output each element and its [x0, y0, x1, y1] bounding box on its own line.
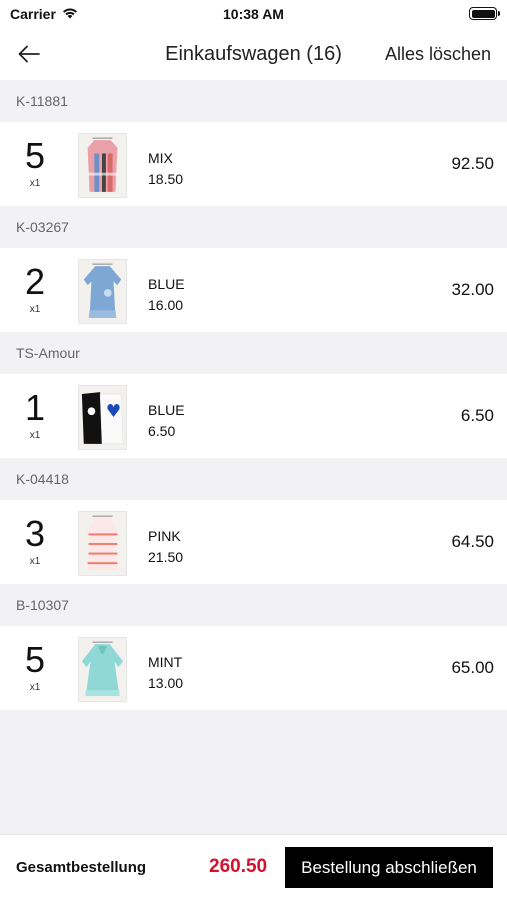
quantity-number: 5 — [24, 639, 46, 680]
checkout-button[interactable]: Bestellung abschließen — [285, 847, 493, 888]
quantity-multiplier: x1 — [29, 430, 41, 441]
cart-item[interactable]: 1 x1 BLUE 6.50 6.50 — [0, 374, 507, 458]
item-unit-price: 18.50 — [148, 171, 184, 187]
item-total: 64.50 — [451, 532, 494, 551]
sku-header: TS-Amour — [0, 332, 507, 374]
item-total: 6.50 — [460, 406, 494, 425]
item-info: BLUE 16.00 — [148, 274, 185, 316]
product-image[interactable] — [78, 637, 127, 702]
cart-item[interactable]: 2 x1 BLUE 16.00 32.00 — [0, 248, 507, 332]
quantity: 5 x1 — [0, 135, 70, 190]
arrow-left-icon — [18, 45, 40, 63]
product-image[interactable] — [78, 385, 127, 450]
back-button[interactable] — [14, 40, 44, 68]
item-info: MIX 18.50 — [148, 148, 183, 190]
total-label: Gesamtbestellung — [16, 859, 147, 876]
status-time: 10:38 AM — [223, 6, 284, 22]
quantity-multiplier: x1 — [29, 178, 41, 189]
quantity-multiplier: x1 — [29, 556, 41, 567]
cart-item[interactable]: 5 x1 MINT 13.00 65.00 — [0, 626, 507, 710]
sku-header: K-04418 — [0, 458, 507, 500]
product-image[interactable] — [78, 133, 127, 198]
quantity-multiplier: x1 — [29, 682, 41, 693]
clear-all-button[interactable]: Alles löschen — [385, 44, 491, 65]
quantity: 5 x1 — [0, 639, 70, 694]
sku-header: K-11881 — [0, 80, 507, 122]
cart-list: K-11881 5 x1 MIX 18.50 92.50 K-03267 2 x… — [0, 80, 507, 710]
product-image[interactable] — [78, 259, 127, 324]
battery-icon — [469, 7, 500, 20]
item-color: PINK — [148, 528, 181, 544]
sku-header: B-10307 — [0, 584, 507, 626]
item-unit-price: 16.00 — [148, 297, 184, 313]
cart-item[interactable]: 3 x1 PINK 21.50 64.50 — [0, 500, 507, 584]
quantity-number: 2 — [24, 261, 46, 302]
item-color: MIX — [148, 150, 173, 166]
status-bar: Carrier 10:38 AM — [0, 0, 507, 28]
quantity: 2 x1 — [0, 261, 70, 316]
item-unit-price: 21.50 — [148, 549, 184, 565]
order-footer: Gesamtbestellung 260.50 Bestellung absch… — [0, 834, 507, 900]
item-unit-price: 13.00 — [148, 675, 184, 691]
sku-header: K-03267 — [0, 206, 507, 248]
item-info: MINT 13.00 — [148, 652, 183, 694]
product-image[interactable] — [78, 511, 127, 576]
quantity-number: 5 — [24, 135, 46, 176]
item-info: PINK 21.50 — [148, 526, 183, 568]
item-total: 92.50 — [451, 154, 494, 173]
item-total: 32.00 — [451, 280, 494, 299]
item-color: BLUE — [148, 276, 185, 292]
item-info: BLUE 6.50 — [148, 400, 185, 442]
cart-screen: Carrier 10:38 AM Einkaufswagen (16) Alle… — [0, 0, 507, 900]
quantity: 1 x1 — [0, 387, 70, 442]
quantity-multiplier: x1 — [29, 304, 41, 315]
navigation-bar: Einkaufswagen (16) Alles löschen — [0, 28, 507, 80]
cart-item[interactable]: 5 x1 MIX 18.50 92.50 — [0, 122, 507, 206]
quantity-number: 1 — [24, 387, 46, 428]
quantity-number: 3 — [24, 513, 46, 554]
item-color: MINT — [148, 654, 183, 670]
quantity: 3 x1 — [0, 513, 70, 568]
item-unit-price: 6.50 — [148, 423, 176, 439]
item-color: BLUE — [148, 402, 185, 418]
item-total: 65.00 — [451, 658, 494, 677]
total-value: 260.50 — [209, 856, 268, 877]
